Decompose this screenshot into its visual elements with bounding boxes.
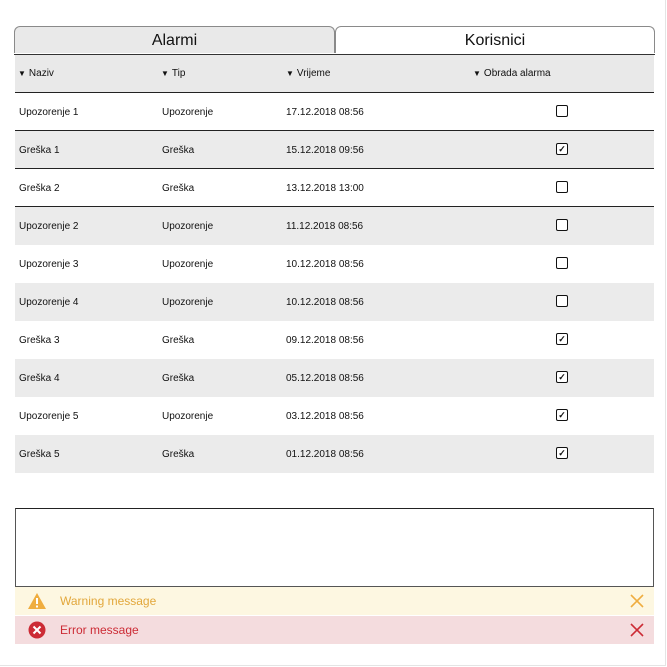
cell-naziv: Greška 3 xyxy=(19,335,60,346)
obrada-checkbox[interactable] xyxy=(556,257,568,269)
table-row[interactable]: Upozorenje 5 Upozorenje 03.12.2018 08:56 ✓ xyxy=(15,397,654,435)
column-header-vrijeme[interactable]: ▼ Vrijeme xyxy=(286,68,330,79)
error-text: Error message xyxy=(60,623,139,637)
table-header: ▼ Naziv ▼ Tip ▼ Vrijeme ▼ Obrada alarma xyxy=(15,55,654,93)
cell-naziv: Upozorenje 5 xyxy=(19,411,79,422)
obrada-checkbox[interactable] xyxy=(556,219,568,231)
column-label: Vrijeme xyxy=(296,68,331,79)
sort-arrow-icon: ▼ xyxy=(18,69,26,78)
cell-tip: Upozorenje xyxy=(162,221,214,232)
warning-text: Warning message xyxy=(60,594,157,608)
cell-tip: Upozorenje xyxy=(162,259,214,270)
table-row[interactable]: Greška 4 Greška 05.12.2018 08:56 ✓ xyxy=(15,359,654,397)
close-icon[interactable] xyxy=(630,623,644,637)
table-row[interactable]: Upozorenje 1 Upozorenje 17.12.2018 08:56 xyxy=(15,93,654,131)
cell-vrijeme: 15.12.2018 09:56 xyxy=(286,145,364,156)
close-icon[interactable] xyxy=(630,594,644,608)
tab-korisnici[interactable]: Korisnici xyxy=(335,26,655,53)
table-row[interactable]: Greška 5 Greška 01.12.2018 08:56 ✓ xyxy=(15,435,654,473)
detail-panel xyxy=(15,508,654,587)
cell-vrijeme: 05.12.2018 08:56 xyxy=(286,373,364,384)
obrada-checkbox[interactable] xyxy=(556,181,568,193)
cell-vrijeme: 17.12.2018 08:56 xyxy=(286,107,364,118)
obrada-checkbox[interactable]: ✓ xyxy=(556,409,568,421)
cell-tip: Greška xyxy=(162,335,195,346)
column-header-tip[interactable]: ▼ Tip xyxy=(161,68,185,79)
cell-naziv: Upozorenje 2 xyxy=(19,221,79,232)
cell-vrijeme: 03.12.2018 08:56 xyxy=(286,411,364,422)
cell-vrijeme: 11.12.2018 08:56 xyxy=(286,221,364,232)
obrada-checkbox[interactable]: ✓ xyxy=(556,371,568,383)
cell-vrijeme: 01.12.2018 08:56 xyxy=(286,449,364,460)
obrada-checkbox[interactable] xyxy=(556,105,568,117)
column-label: Tip xyxy=(171,68,186,79)
obrada-checkbox[interactable] xyxy=(556,295,568,307)
cell-naziv: Upozorenje 1 xyxy=(19,107,79,118)
cell-naziv: Upozorenje 4 xyxy=(19,297,79,308)
table-row[interactable]: Upozorenje 4 Upozorenje 10.12.2018 08:56 xyxy=(15,283,654,321)
sort-arrow-icon: ▼ xyxy=(286,69,294,78)
alarm-table: ▼ Naziv ▼ Tip ▼ Vrijeme ▼ Obrada alarma Upoz… xyxy=(15,55,654,473)
error-circle-icon xyxy=(28,621,46,639)
error-message-bar: Error message xyxy=(15,616,654,644)
table-row[interactable]: Greška 1 Greška 15.12.2018 09:56 ✓ xyxy=(15,131,654,169)
column-header-naziv[interactable]: ▼ Naziv xyxy=(18,68,54,79)
table-row[interactable]: Upozorenje 2 Upozorenje 11.12.2018 08:56 xyxy=(15,207,654,245)
cell-vrijeme: 10.12.2018 08:56 xyxy=(286,259,364,270)
cell-vrijeme: 09.12.2018 08:56 xyxy=(286,335,364,346)
column-label: Obrada alarma xyxy=(483,68,551,79)
obrada-checkbox[interactable]: ✓ xyxy=(556,143,568,155)
table-row[interactable]: Upozorenje 3 Upozorenje 10.12.2018 08:56 xyxy=(15,245,654,283)
table-row[interactable]: Greška 3 Greška 09.12.2018 08:56 ✓ xyxy=(15,321,654,359)
warning-message-bar: Warning message xyxy=(15,587,654,615)
cell-tip: Greška xyxy=(162,373,195,384)
cell-tip: Upozorenje xyxy=(162,107,214,118)
sort-arrow-icon: ▼ xyxy=(161,69,169,78)
tab-alarmi[interactable]: Alarmi xyxy=(14,26,335,53)
table-body: Upozorenje 1 Upozorenje 17.12.2018 08:56 Gr… xyxy=(15,93,654,473)
obrada-checkbox[interactable]: ✓ xyxy=(556,447,568,459)
column-label: Naziv xyxy=(28,68,54,79)
cell-naziv: Greška 1 xyxy=(19,145,60,156)
cell-vrijeme: 13.12.2018 13:00 xyxy=(286,183,364,194)
cell-tip: Upozorenje xyxy=(162,297,214,308)
cell-tip: Greška xyxy=(162,183,195,194)
cell-naziv: Greška 2 xyxy=(19,183,60,194)
table-row[interactable]: Greška 2 Greška 13.12.2018 13:00 xyxy=(15,169,654,207)
column-header-obrada-alarma[interactable]: ▼ Obrada alarma xyxy=(473,68,551,79)
cell-naziv: Greška 5 xyxy=(19,449,60,460)
warning-triangle-icon xyxy=(28,593,46,609)
cell-vrijeme: 10.12.2018 08:56 xyxy=(286,297,364,308)
cell-tip: Greška xyxy=(162,449,195,460)
cell-naziv: Greška 4 xyxy=(19,373,60,384)
cell-tip: Upozorenje xyxy=(162,411,214,422)
sort-arrow-icon: ▼ xyxy=(473,69,481,78)
obrada-checkbox[interactable]: ✓ xyxy=(556,333,568,345)
tab-bar: Alarmi Korisnici xyxy=(14,26,655,54)
cell-naziv: Upozorenje 3 xyxy=(19,259,79,270)
cell-tip: Greška xyxy=(162,145,195,156)
